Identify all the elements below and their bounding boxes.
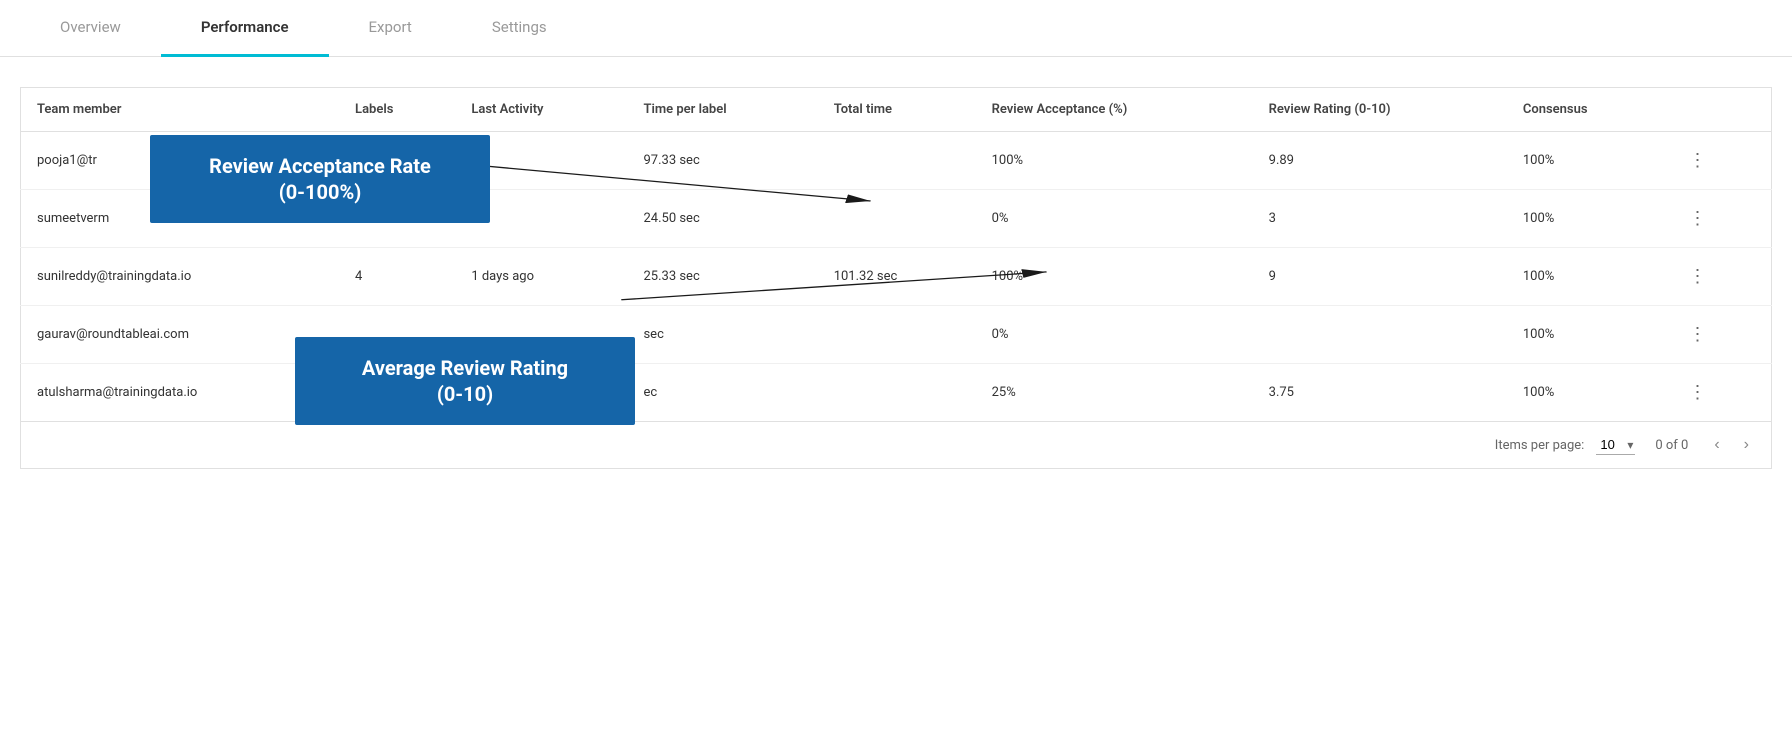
cell-row4-col2 (455, 364, 627, 422)
cell-row2-col1: 4 (339, 248, 455, 306)
cell-row0-col3: 97.33 sec (627, 132, 817, 190)
tab-performance[interactable]: Performance (161, 0, 329, 57)
col-total-time: Total time (818, 88, 976, 132)
cell-row4-col0: atulsharma@trainingdata.io (21, 364, 340, 422)
cell-row2-col3: 25.33 sec (627, 248, 817, 306)
cell-row3-col4 (818, 306, 976, 364)
row-menu-button[interactable]: ⋮ (1683, 206, 1714, 231)
cell-row2-col7: 100% (1507, 248, 1667, 306)
cell-row4-col1 (339, 364, 455, 422)
cell-row2-actions[interactable]: ⋮ (1667, 248, 1772, 306)
cell-row3-col6 (1253, 306, 1507, 364)
cell-row2-col4: 101.32 sec (818, 248, 976, 306)
cell-row0-col6: 9.89 (1253, 132, 1507, 190)
cell-row0-actions[interactable]: ⋮ (1667, 132, 1772, 190)
cell-row1-col6: 3 (1253, 190, 1507, 248)
col-labels: Labels (339, 88, 455, 132)
cell-row0-col4 (818, 132, 976, 190)
table-row: gaurav@roundtableai.com sec 0% 100% ⋮ (21, 306, 1772, 364)
table-row: atulsharma@trainingdata.io ec 25%3.75100% ⋮ (21, 364, 1772, 422)
cell-row4-col7: 100% (1507, 364, 1667, 422)
table-wrapper: Review Acceptance Rate (0-100%) Average … (20, 87, 1772, 469)
cell-row3-col0: gaurav@roundtableai.com (21, 306, 340, 364)
table-row: sunilreddy@trainingdata.io41 days ago25.… (21, 248, 1772, 306)
row-menu-button[interactable]: ⋮ (1683, 264, 1714, 289)
cell-row3-col5: 0% (976, 306, 1253, 364)
items-per-page-select[interactable]: 10 25 50 (1596, 435, 1635, 455)
cell-row1-col2 (455, 190, 627, 248)
items-per-page-label: Items per page: (1495, 438, 1585, 453)
performance-table: Team member Labels Last Activity Time pe… (20, 87, 1772, 422)
cell-row3-col2 (455, 306, 627, 364)
col-review-acceptance: Review Acceptance (%) (976, 88, 1253, 132)
row-menu-button[interactable]: ⋮ (1683, 322, 1714, 347)
main-content: Review Acceptance Rate (0-100%) Average … (0, 57, 1792, 489)
row-menu-button[interactable]: ⋮ (1683, 148, 1714, 173)
cell-row0-col2 (455, 132, 627, 190)
col-team-member: Team member (21, 88, 340, 132)
cell-row0-col1 (339, 132, 455, 190)
cell-row4-col4 (818, 364, 976, 422)
cell-row1-col7: 100% (1507, 190, 1667, 248)
cell-row1-col5: 0% (976, 190, 1253, 248)
cell-row3-col7: 100% (1507, 306, 1667, 364)
table-header-row: Team member Labels Last Activity Time pe… (21, 88, 1772, 132)
cell-row3-col1 (339, 306, 455, 364)
cell-row4-col6: 3.75 (1253, 364, 1507, 422)
cell-row4-actions[interactable]: ⋮ (1667, 364, 1772, 422)
cell-row2-col6: 9 (1253, 248, 1507, 306)
cell-row1-col1 (339, 190, 455, 248)
cell-row3-actions[interactable]: ⋮ (1667, 306, 1772, 364)
col-time-per-label: Time per label (627, 88, 817, 132)
cell-row0-col5: 100% (976, 132, 1253, 190)
cell-row1-col3: 24.50 sec (627, 190, 817, 248)
items-per-page-wrapper[interactable]: 10 25 50 (1596, 435, 1635, 455)
table-row: pooja1@tr 97.33 sec 100%9.89100% ⋮ (21, 132, 1772, 190)
tab-export[interactable]: Export (329, 0, 452, 57)
pagination-bar: Items per page: 10 25 50 0 of 0 ‹ › (20, 422, 1772, 469)
cell-row3-col3: sec (627, 306, 817, 364)
cell-row0-col0: pooja1@tr (21, 132, 340, 190)
pagination-prev-button[interactable]: ‹ (1708, 434, 1725, 456)
tab-settings[interactable]: Settings (452, 0, 587, 57)
col-actions (1667, 88, 1772, 132)
cell-row2-col5: 100% (976, 248, 1253, 306)
cell-row4-col5: 25% (976, 364, 1253, 422)
cell-row1-actions[interactable]: ⋮ (1667, 190, 1772, 248)
col-consensus: Consensus (1507, 88, 1667, 132)
cell-row1-col0: sumeetverm (21, 190, 340, 248)
table-row: sumeetverm 24.50 sec 0%3100% ⋮ (21, 190, 1772, 248)
tab-overview[interactable]: Overview (20, 0, 161, 57)
tab-bar: Overview Performance Export Settings (0, 0, 1792, 57)
col-review-rating: Review Rating (0-10) (1253, 88, 1507, 132)
cell-row2-col2: 1 days ago (455, 248, 627, 306)
col-last-activity: Last Activity (455, 88, 627, 132)
pagination-next-button[interactable]: › (1738, 434, 1755, 456)
row-menu-button[interactable]: ⋮ (1683, 380, 1714, 405)
pagination-count: 0 of 0 (1655, 438, 1688, 453)
cell-row4-col3: ec (627, 364, 817, 422)
cell-row1-col4 (818, 190, 976, 248)
cell-row0-col7: 100% (1507, 132, 1667, 190)
cell-row2-col0: sunilreddy@trainingdata.io (21, 248, 340, 306)
